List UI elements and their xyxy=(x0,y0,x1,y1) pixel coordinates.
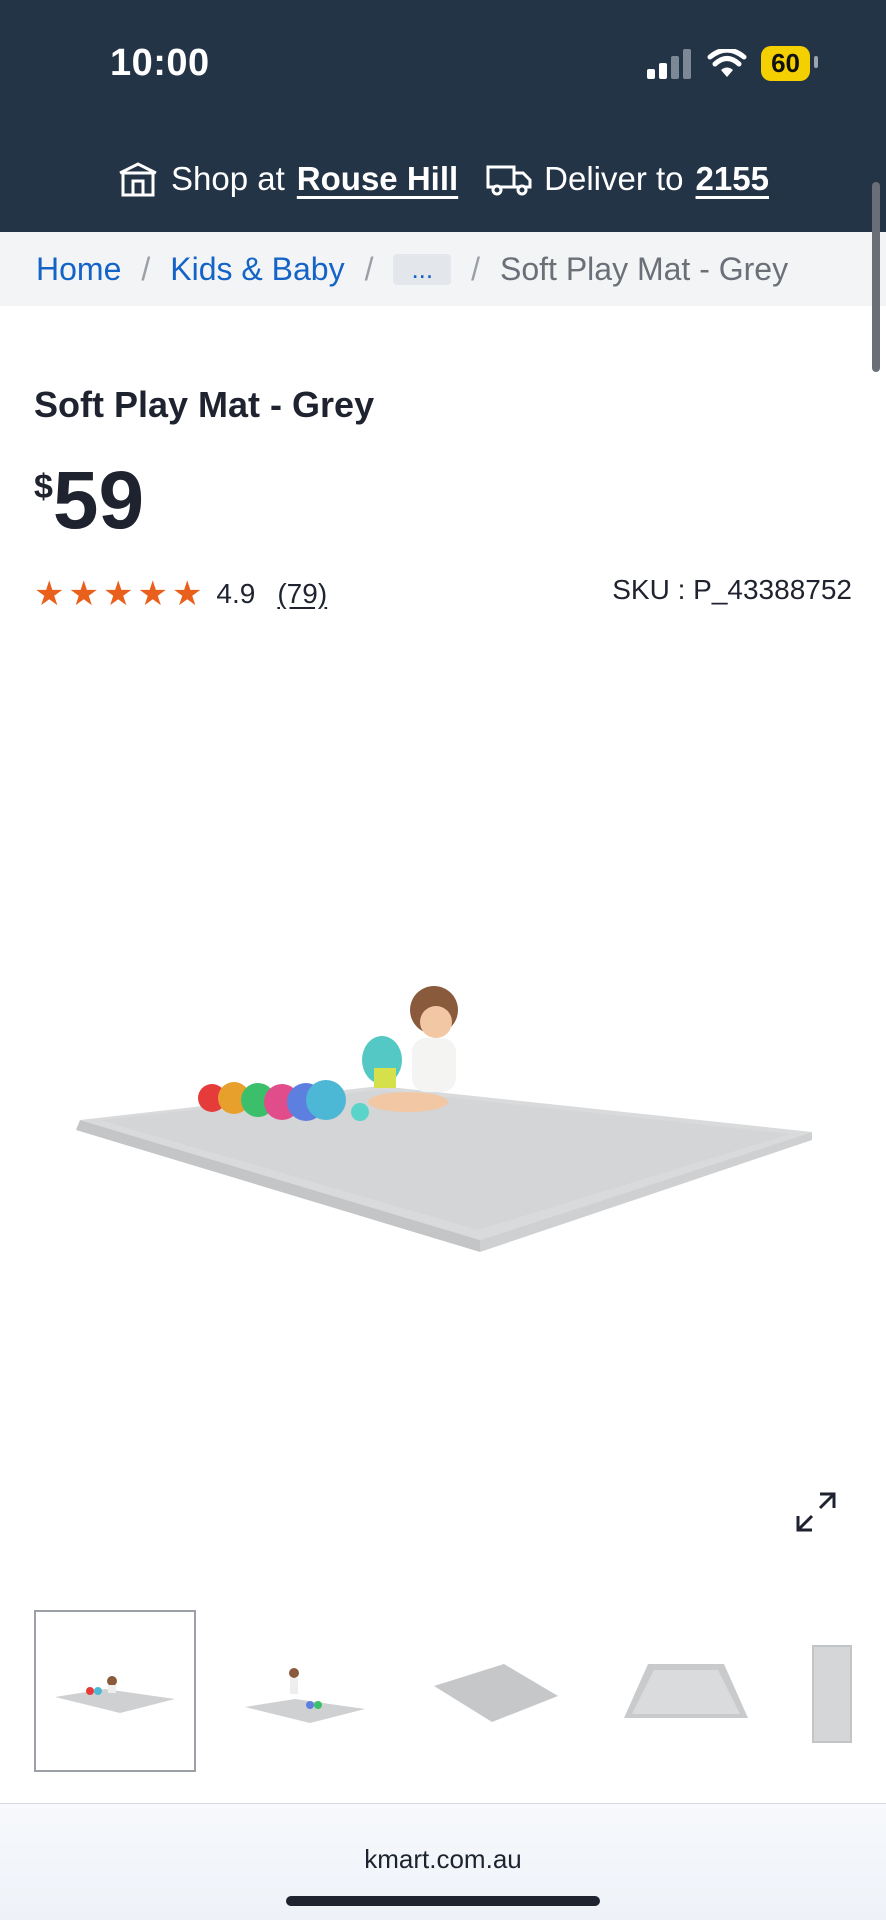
store-icon xyxy=(119,162,157,197)
postcode-link[interactable]: 2155 xyxy=(696,160,769,198)
product-main-image[interactable] xyxy=(0,640,886,1540)
breadcrumb-separator: / xyxy=(364,250,374,287)
rating-score: 4.9 xyxy=(216,578,256,609)
thumbnail[interactable] xyxy=(604,1610,766,1772)
breadcrumb-current: Soft Play Mat - Grey xyxy=(500,250,789,287)
signal-icon xyxy=(647,48,692,79)
store-name-link[interactable]: Rouse Hill xyxy=(297,160,458,198)
price-currency: $ xyxy=(34,468,53,506)
top-bar: 10:00 60 Shop at Rouse Hill Deliver to 2… xyxy=(0,0,886,232)
battery-indicator: 60 xyxy=(761,46,818,81)
product-price: $ 59 xyxy=(34,460,144,542)
product-rating[interactable]: ★ ★ ★ ★ ★ 4.9 (79) xyxy=(34,574,327,614)
thumbnail[interactable] xyxy=(34,1610,196,1772)
star-icon: ★ xyxy=(68,575,99,613)
star-icon: ★ xyxy=(171,575,203,613)
star-icon: ★ xyxy=(34,575,65,613)
thumbnail-strip xyxy=(34,1610,766,1772)
shop-at-store[interactable]: Shop at Rouse Hill xyxy=(117,160,458,198)
wifi-icon xyxy=(707,48,747,77)
shop-at-label: Shop at xyxy=(171,160,285,197)
product-title: Soft Play Mat - Grey xyxy=(34,384,375,425)
breadcrumb-separator: / xyxy=(141,250,151,287)
status-time: 10:00 xyxy=(110,42,210,84)
breadcrumb-separator: / xyxy=(471,250,481,287)
thumbnail-partial[interactable] xyxy=(812,1645,852,1743)
breadcrumb-home[interactable]: Home xyxy=(36,251,121,288)
breadcrumb: Home / Kids & Baby / ... / Soft Play Mat… xyxy=(0,232,886,306)
thumbnail[interactable] xyxy=(224,1610,386,1772)
scrollbar[interactable] xyxy=(872,182,880,372)
rating-stars: ★ ★ ★ ★ ★ xyxy=(34,574,202,614)
star-icon: ★ xyxy=(102,575,134,613)
review-count-link[interactable]: (79) xyxy=(277,578,327,610)
breadcrumb-kids-baby[interactable]: Kids & Baby xyxy=(170,251,344,288)
thumbnail[interactable] xyxy=(414,1610,576,1772)
store-delivery-bar: Shop at Rouse Hill Deliver to 2155 xyxy=(0,160,886,198)
url-domain[interactable]: kmart.com.au xyxy=(0,1844,886,1875)
star-icon: ★ xyxy=(137,575,168,613)
home-indicator[interactable] xyxy=(286,1896,600,1906)
deliver-to-label: Deliver to xyxy=(544,160,684,197)
product-sku: SKU : P_43388752 xyxy=(612,574,852,605)
breadcrumb-ellipsis[interactable]: ... xyxy=(393,253,452,285)
expand-icon[interactable] xyxy=(794,1490,838,1534)
price-amount: 59 xyxy=(52,455,145,546)
deliver-to[interactable]: Deliver to 2155 xyxy=(486,160,769,198)
browser-footer: kmart.com.au xyxy=(0,1803,886,1920)
status-icons: 60 xyxy=(647,46,818,81)
delivery-truck-icon xyxy=(486,165,532,196)
